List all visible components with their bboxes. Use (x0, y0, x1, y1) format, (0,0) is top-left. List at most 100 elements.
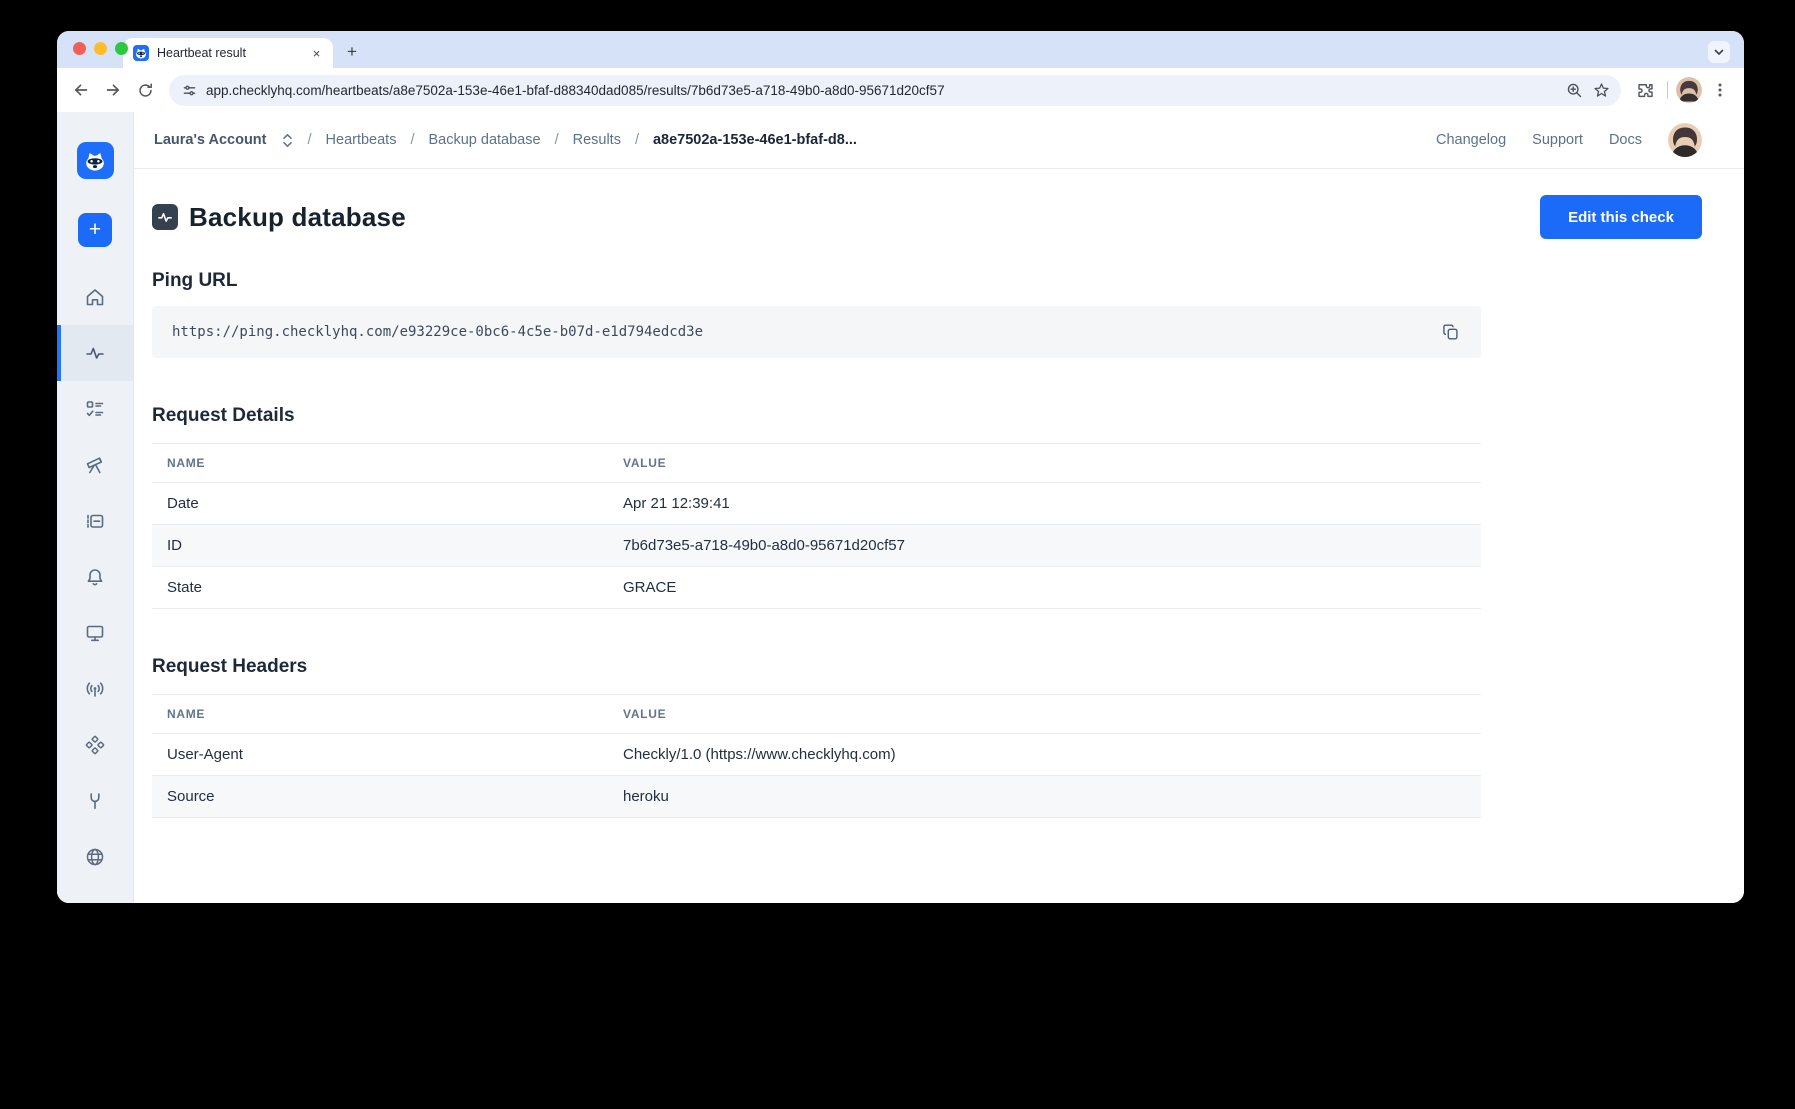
heartbeat-check-icon (152, 204, 178, 230)
request-headers-heading: Request Headers (152, 656, 1702, 678)
back-icon[interactable] (67, 76, 95, 104)
browser-tab[interactable]: Heartbeat result × (123, 38, 333, 68)
checkly-logo[interactable] (77, 142, 114, 179)
checkly-favicon (133, 45, 149, 61)
table-row: StateGRACE (152, 567, 1481, 609)
table-header-row: NAME VALUE (152, 695, 1481, 734)
diamonds-icon (84, 734, 106, 756)
site-settings-icon[interactable] (181, 82, 198, 99)
row-name-cell: Source (152, 776, 608, 818)
chrome-profile-avatar[interactable] (1676, 77, 1702, 103)
row-name-cell: ID (152, 525, 608, 567)
zoom-in-icon[interactable] (1565, 81, 1584, 100)
row-name-cell: User-Agent (152, 734, 608, 776)
copy-icon[interactable] (1439, 320, 1463, 344)
docs-link[interactable]: Docs (1609, 132, 1642, 148)
sidebar-item-maintenance[interactable] (57, 773, 134, 829)
sidebar-item-dashboards[interactable] (57, 605, 134, 661)
browser-toolbar: app.checklyhq.com/heartbeats/a8e7502a-15… (57, 68, 1744, 112)
row-value-cell: heroku (608, 776, 1481, 818)
browser-window: Heartbeat result × + app.checklyhq.com/h… (57, 31, 1744, 903)
title-row: Backup database Edit this check (152, 195, 1702, 239)
page-title: Backup database (189, 202, 406, 233)
request-details-heading: Request Details (152, 405, 1702, 427)
row-name-cell: Date (152, 483, 608, 525)
table-row: User-AgentCheckly/1.0 (https://www.check… (152, 734, 1481, 776)
extensions-icon[interactable] (1631, 76, 1659, 104)
column-header-name: NAME (152, 695, 608, 734)
breadcrumb-current-id: a8e7502a-153e-46e1-bfaf-d8... (653, 132, 857, 148)
telescope-icon (84, 454, 106, 476)
fullscreen-window-button[interactable] (115, 42, 128, 55)
monitor-icon (84, 622, 106, 644)
toolbar-divider (1667, 81, 1668, 99)
sidebar-item-home[interactable] (57, 269, 134, 325)
column-header-value: VALUE (608, 444, 1481, 483)
edit-check-button[interactable]: Edit this check (1540, 195, 1702, 239)
sidebar-item-checks[interactable] (57, 381, 134, 437)
breadcrumb-link-heartbeats[interactable]: Heartbeats (326, 132, 397, 148)
account-switcher-icon[interactable] (281, 133, 294, 148)
app-header: Laura's Account / Heartbeats / Backup da… (134, 112, 1744, 169)
tab-close-icon[interactable]: × (308, 45, 325, 62)
column-header-value: VALUE (608, 695, 1481, 734)
checklist-icon (84, 398, 106, 420)
breadcrumb-separator: / (410, 132, 414, 148)
table-row: Sourceheroku (152, 776, 1481, 818)
row-name-cell: State (152, 567, 608, 609)
breadcrumb-separator: / (308, 132, 312, 148)
new-tab-button[interactable]: + (339, 39, 365, 65)
page-content: Backup database Edit this check Ping URL… (134, 169, 1744, 903)
row-value-cell: Checkly/1.0 (https://www.checklyhq.com) (608, 734, 1481, 776)
browser-menu-kebab-icon[interactable] (1706, 76, 1734, 104)
user-avatar[interactable] (1668, 123, 1702, 157)
changelog-link[interactable]: Changelog (1436, 132, 1506, 148)
heartbeat-pulse-icon (84, 342, 106, 364)
table-row: ID7b6d73e5-a718-49b0-a8d0-95671d20cf57 (152, 525, 1481, 567)
minimize-window-button[interactable] (94, 42, 107, 55)
sidebar-item-groups[interactable] (57, 493, 134, 549)
main-area: Laura's Account / Heartbeats / Backup da… (134, 112, 1744, 903)
broadcast-antenna-icon (84, 678, 106, 700)
breadcrumb-link-results[interactable]: Results (573, 132, 621, 148)
globe-icon (84, 846, 106, 868)
ping-url-value: https://ping.checklyhq.com/e93229ce-0bc6… (172, 324, 1439, 340)
bell-icon (84, 566, 106, 588)
breadcrumb-separator: / (555, 132, 559, 148)
breadcrumb-separator: / (635, 132, 639, 148)
reload-icon[interactable] (131, 76, 159, 104)
table-header-row: NAME VALUE (152, 444, 1481, 483)
checkly-app: + (57, 112, 1744, 903)
url-bar[interactable]: app.checklyhq.com/heartbeats/a8e7502a-15… (169, 75, 1621, 106)
request-headers-table: NAME VALUE User-AgentCheckly/1.0 (https:… (152, 694, 1481, 818)
traffic-lights (73, 42, 128, 55)
sidebar: + (57, 112, 134, 903)
column-header-name: NAME (152, 444, 608, 483)
table-row: DateApr 21 12:39:41 (152, 483, 1481, 525)
support-link[interactable]: Support (1532, 132, 1583, 148)
close-window-button[interactable] (73, 42, 86, 55)
url-text[interactable]: app.checklyhq.com/heartbeats/a8e7502a-15… (206, 83, 1557, 98)
bookmark-star-icon[interactable] (1592, 81, 1611, 100)
tab-search-chevron-icon[interactable] (1708, 41, 1730, 63)
sidebar-item-broadcast[interactable] (57, 661, 134, 717)
request-details-table: NAME VALUE DateApr 21 12:39:41ID7b6d73e5… (152, 443, 1481, 609)
breadcrumb-link-check[interactable]: Backup database (429, 132, 541, 148)
sidebar-item-heartbeats[interactable] (57, 325, 134, 381)
sidebar-item-private-locations[interactable] (57, 829, 134, 885)
row-value-cell: 7b6d73e5-a718-49b0-a8d0-95671d20cf57 (608, 525, 1481, 567)
ping-url-box: https://ping.checklyhq.com/e93229ce-0bc6… (152, 306, 1481, 358)
create-button[interactable]: + (78, 213, 112, 247)
tab-strip: Heartbeat result × + (57, 31, 1744, 68)
sidebar-item-alerts[interactable] (57, 549, 134, 605)
wrench-icon (84, 790, 106, 812)
sidebar-item-integrations[interactable] (57, 717, 134, 773)
row-value-cell: GRACE (608, 567, 1481, 609)
tab-title: Heartbeat result (157, 46, 300, 60)
forward-icon[interactable] (99, 76, 127, 104)
breadcrumb: Laura's Account / Heartbeats / Backup da… (154, 132, 857, 148)
account-name[interactable]: Laura's Account (154, 132, 267, 148)
sidebar-item-explore[interactable] (57, 437, 134, 493)
row-value-cell: Apr 21 12:39:41 (608, 483, 1481, 525)
home-icon (84, 286, 106, 308)
